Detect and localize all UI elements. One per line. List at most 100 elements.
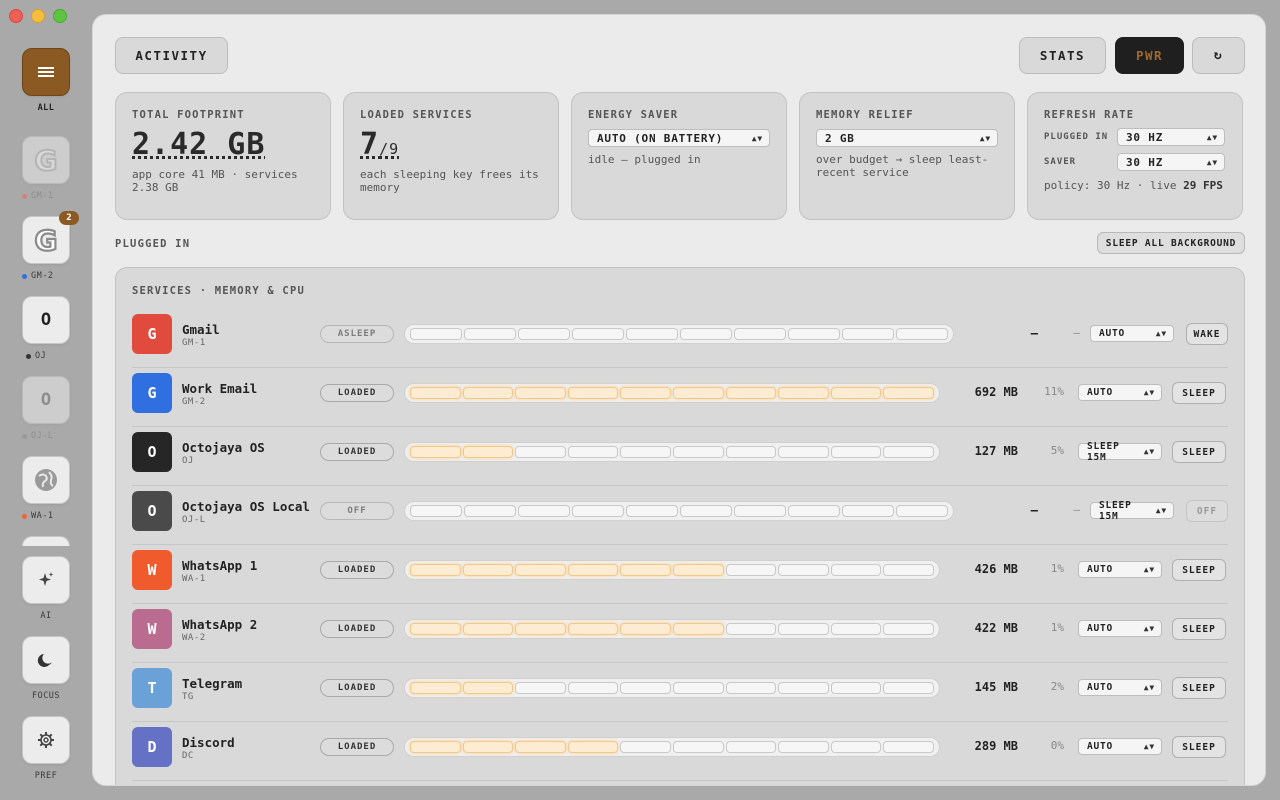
sidebar-item-oj-l[interactable]: O OJ-L <box>22 376 70 441</box>
status-dot <box>26 353 31 359</box>
refresh-button[interactable]: ↻ <box>1192 37 1245 74</box>
sidebar-item-gm-1[interactable]: G GM-1 <box>22 136 70 201</box>
service-action-button[interactable]: SLEEP <box>1172 736 1226 758</box>
cpu-usage: 0% <box>1050 739 1064 752</box>
service-button[interactable]: O <box>22 296 70 344</box>
memory-segment <box>842 505 894 517</box>
menu-icon[interactable] <box>22 48 70 96</box>
memory-segment <box>883 387 934 399</box>
preferences-button[interactable] <box>22 716 70 764</box>
memory-segment <box>830 564 882 576</box>
cpu-usage: — <box>1073 326 1080 339</box>
service-initial: O <box>147 502 157 520</box>
service-button[interactable]: G <box>22 136 70 184</box>
service-action-button[interactable]: SLEEP <box>1172 382 1226 404</box>
sleep-mode-select[interactable]: AUTO ▲▼ <box>1078 384 1162 401</box>
maximize-window-button[interactable] <box>53 9 67 23</box>
power-button[interactable]: PWR <box>1115 37 1184 74</box>
memory-segment <box>778 623 829 635</box>
memory-segment <box>464 505 516 517</box>
service-action-button[interactable]: SLEEP <box>1172 677 1226 699</box>
service-action-button[interactable]: SLEEP <box>1172 441 1226 463</box>
minimize-window-button[interactable] <box>31 9 45 23</box>
service-icon: O <box>132 432 172 472</box>
service-action-button[interactable]: SLEEP <box>1172 618 1226 640</box>
memory-segment <box>830 682 882 694</box>
status-dot <box>22 273 27 279</box>
sleep-mode-select[interactable]: AUTO ▲▼ <box>1078 738 1162 755</box>
service-action-button[interactable]: WAKE <box>1186 323 1228 345</box>
energy-saver-select[interactable]: AUTO (ON BATTERY) ▲▼ <box>588 129 770 147</box>
service-state-badge: LOADED <box>320 738 394 756</box>
plugged-in-rate-select[interactable]: 30 HZ ▲▼ <box>1117 128 1225 146</box>
select-value: AUTO <box>1099 328 1126 339</box>
sleep-mode-select[interactable]: AUTO ▲▼ <box>1078 679 1162 696</box>
sleep-mode-select[interactable]: AUTO ▲▼ <box>1078 620 1162 637</box>
chevron-updown-icon: ▲▼ <box>1143 388 1155 397</box>
service-button[interactable] <box>22 456 70 504</box>
sidebar-item-all[interactable]: ALL <box>22 48 70 113</box>
memory-usage: 127 MB <box>974 444 1018 458</box>
select-value: AUTO <box>1087 682 1114 693</box>
sidebar-item-oj[interactable]: O OJ <box>22 296 70 361</box>
sidebar-overflow-item <box>22 536 70 546</box>
memory-segment <box>567 623 619 635</box>
ai-button[interactable] <box>22 556 70 604</box>
service-row: W WhatsApp 2 WA-2 LOADED 422 MB 1% AUTO ▲… <box>132 604 1228 663</box>
memory-segment <box>883 564 934 576</box>
service-action-button[interactable]: SLEEP <box>1172 559 1226 581</box>
memory-segment <box>672 682 724 694</box>
memory-segment <box>788 328 840 340</box>
memory-segment <box>567 741 619 753</box>
service-initial: W <box>147 561 157 579</box>
service-icon: O <box>132 491 172 531</box>
focus-button[interactable] <box>22 636 70 684</box>
service-initial: D <box>147 738 157 756</box>
service-state-badge: LOADED <box>320 679 394 697</box>
memory-segment <box>410 741 461 753</box>
service-button[interactable]: G 2 <box>22 211 79 264</box>
card-title: REFRESH RATE <box>1044 109 1135 121</box>
loaded-count: 7 <box>360 127 380 162</box>
sidebar-item-pref[interactable]: PREF <box>22 716 70 781</box>
energy-status: idle — plugged in <box>588 153 701 166</box>
stats-button[interactable]: STATS <box>1019 37 1106 74</box>
memory-segment <box>778 741 829 753</box>
service-action-button[interactable]: OFF <box>1186 500 1228 522</box>
sidebar-item-label: ALL <box>37 103 55 113</box>
service-name: Work Email <box>182 381 258 396</box>
chevron-updown-icon: ▲▼ <box>1155 329 1167 338</box>
sidebar-item-ai[interactable]: AI <box>22 556 70 621</box>
sleep-mode-select[interactable]: AUTO ▲▼ <box>1078 561 1162 578</box>
memory-segment <box>830 387 882 399</box>
service-row: T Telegram TG LOADED 145 MB 2% AUTO ▲▼ SL… <box>132 663 1228 722</box>
cpu-usage: — <box>1073 503 1080 516</box>
energy-saver-card: ENERGY SAVER AUTO (ON BATTERY) ▲▼ idle — … <box>571 92 787 220</box>
sleep-mode-select[interactable]: AUTO ▲▼ <box>1090 325 1174 342</box>
memory-segment <box>734 328 786 340</box>
plugged-in-label: PLUGGED IN <box>1044 132 1109 142</box>
saver-rate-select[interactable]: 30 HZ ▲▼ <box>1117 153 1225 171</box>
service-row: W WhatsApp 1 WA-1 LOADED 426 MB 1% AUTO ▲… <box>132 545 1228 604</box>
memory-segment <box>518 328 570 340</box>
window-controls <box>9 9 67 23</box>
memory-segment <box>518 505 570 517</box>
sleep-mode-select[interactable]: SLEEP 15M ▲▼ <box>1078 441 1162 463</box>
service-icon: W <box>132 550 172 590</box>
close-window-button[interactable] <box>9 9 23 23</box>
sleep-mode-select[interactable]: SLEEP 15M ▲▼ <box>1090 500 1174 522</box>
memory-bar <box>404 678 940 698</box>
memory-segment <box>462 682 514 694</box>
globe-icon <box>35 469 57 491</box>
service-name: Octojaya OS Local <box>182 499 310 514</box>
memory-relief-select[interactable]: 2 GB ▲▼ <box>816 129 998 147</box>
activity-button[interactable]: ACTIVITY <box>115 37 228 74</box>
sleep-all-background-button[interactable]: SLEEP ALL BACKGROUND <box>1097 232 1245 254</box>
sidebar-item-wa-1[interactable]: WA-1 <box>22 456 70 521</box>
memory-usage: 692 MB <box>974 385 1018 399</box>
service-code: OJ-L <box>182 515 206 525</box>
service-button[interactable]: O <box>22 376 70 424</box>
memory-segment <box>572 328 624 340</box>
sidebar-item-gm-2[interactable]: G 2 GM-2 <box>22 211 79 281</box>
sidebar-item-focus[interactable]: FOCUS <box>22 636 70 701</box>
